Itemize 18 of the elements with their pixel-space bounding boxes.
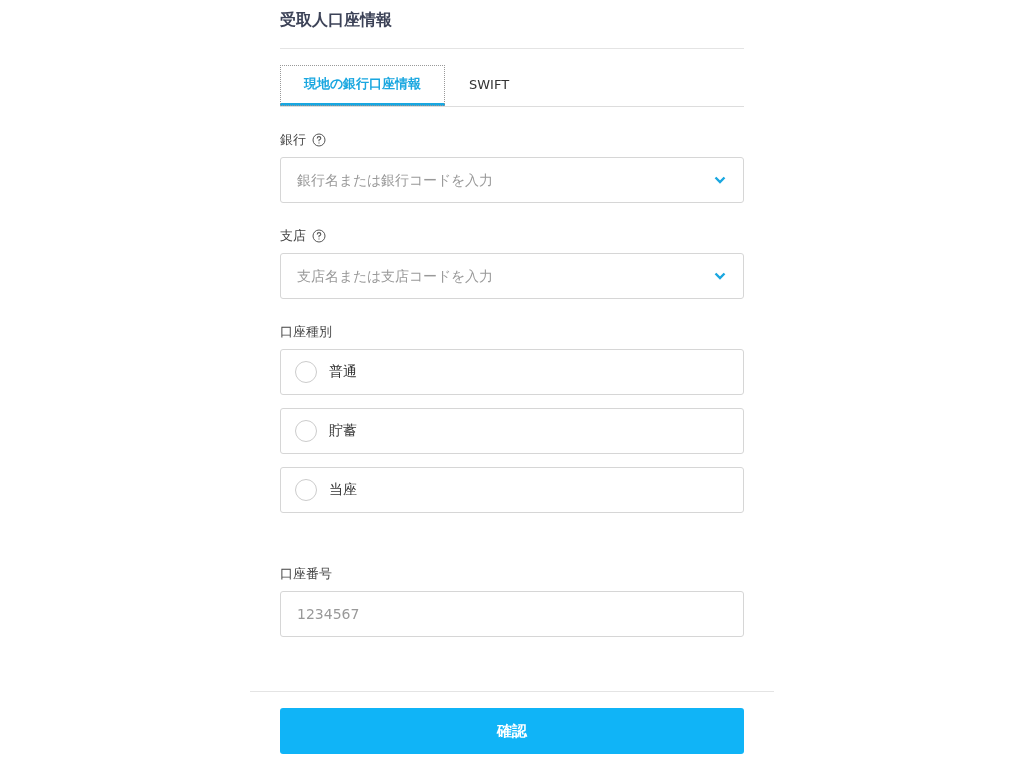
field-label: 銀行 <box>280 131 306 149</box>
dropdown-field[interactable]: 支店名または支店コードを入力 <box>280 253 744 299</box>
radio-option[interactable]: 普通 <box>280 349 744 395</box>
field-label: 口座番号 <box>280 565 332 583</box>
dropdown-field[interactable]: 銀行名または銀行コードを入力 <box>280 157 744 203</box>
chevron-down-icon <box>714 176 726 184</box>
help-icon[interactable] <box>312 229 326 243</box>
input-field[interactable]: 1234567 <box>280 591 744 637</box>
option-label: 当座 <box>329 481 357 499</box>
radio-option[interactable]: 当座 <box>280 467 744 513</box>
option-label: 貯蓄 <box>329 422 357 440</box>
field-label: 口座種別 <box>280 323 332 341</box>
chevron-down-icon <box>714 272 726 280</box>
radio-option[interactable]: 貯蓄 <box>280 408 744 454</box>
section-title: 受取人口座情報 <box>280 9 393 31</box>
option-label: 普通 <box>329 363 357 381</box>
help-icon[interactable] <box>312 133 326 147</box>
field-label: 支店 <box>280 227 306 245</box>
